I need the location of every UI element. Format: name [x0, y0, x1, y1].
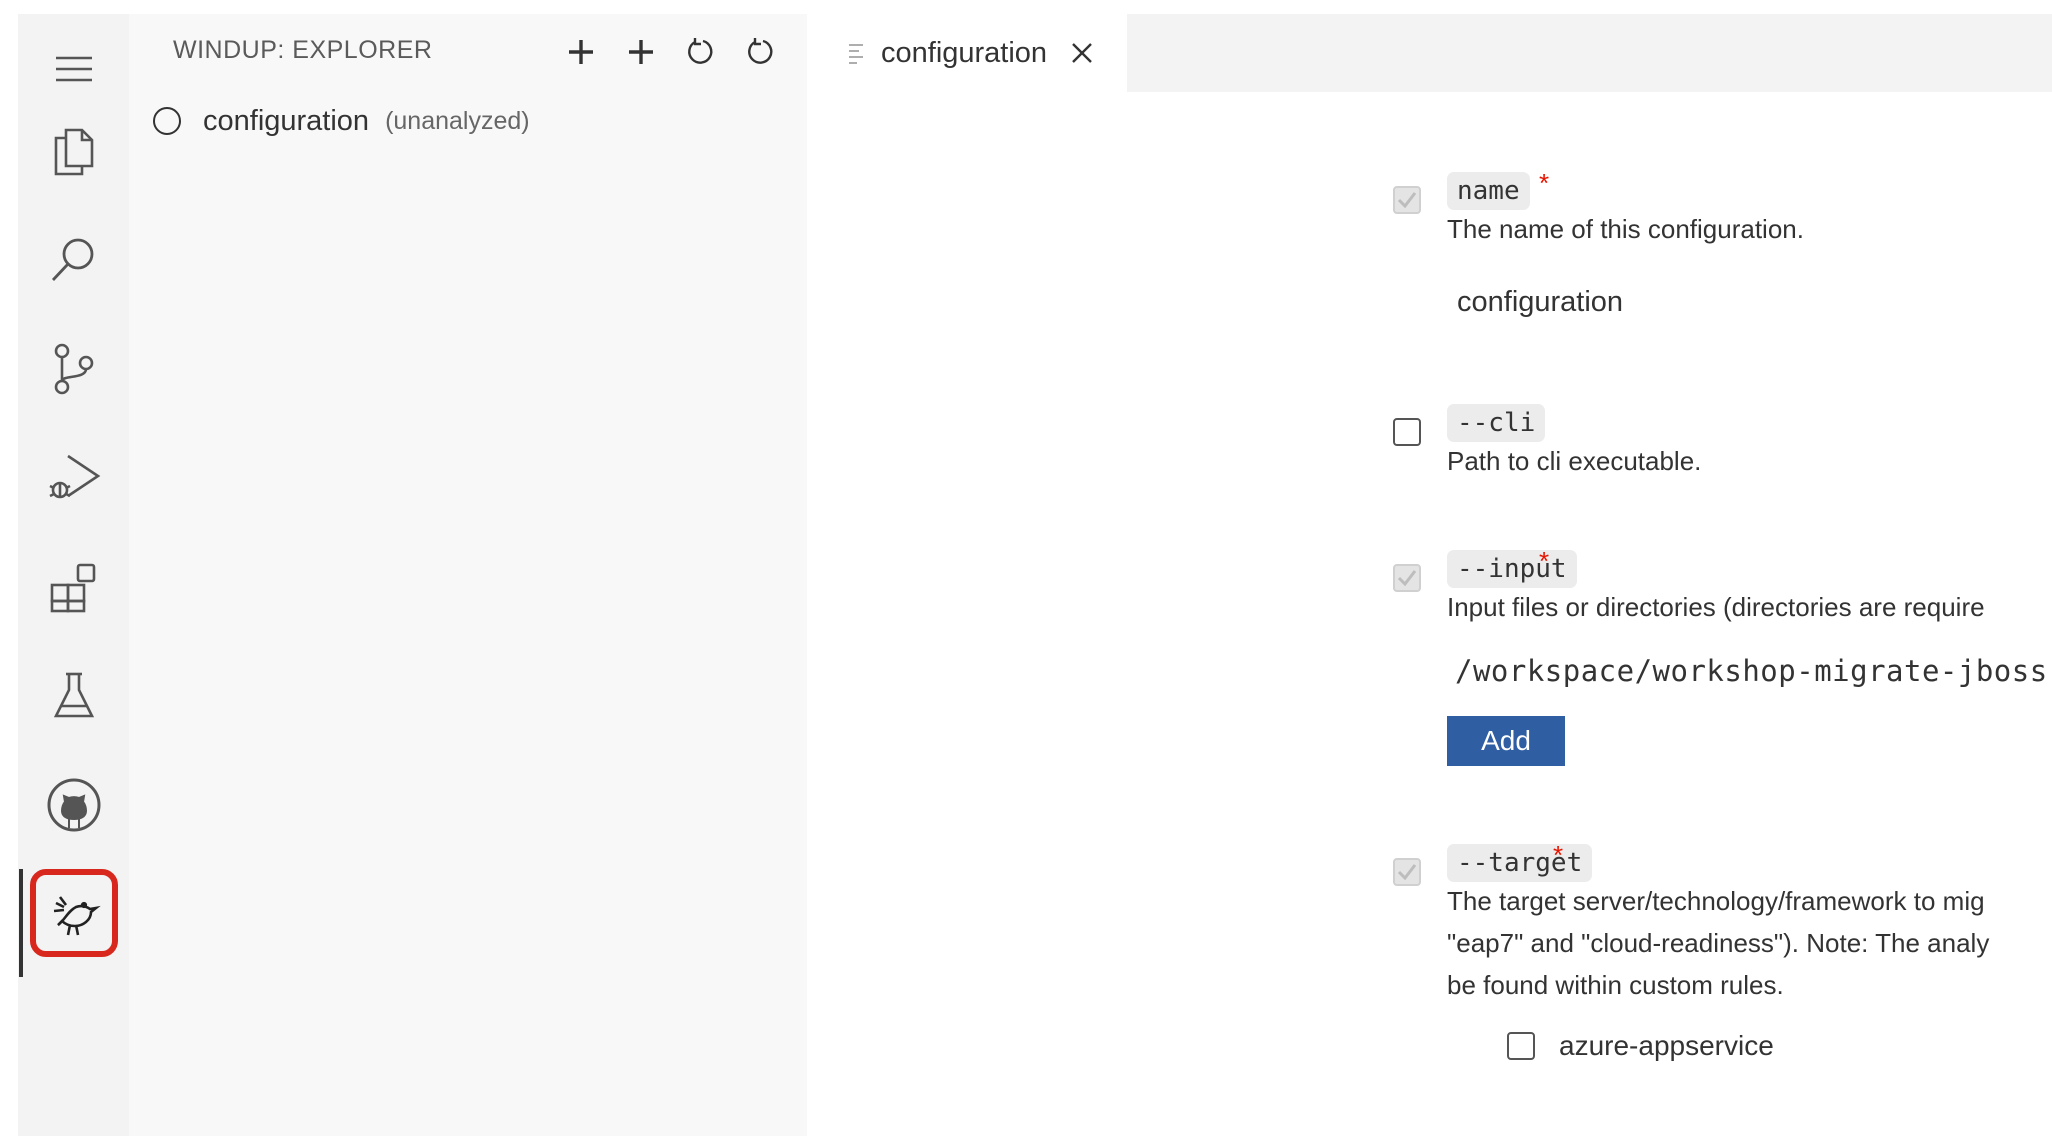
files-icon[interactable] — [18, 97, 129, 207]
plus-icon[interactable] — [621, 32, 661, 72]
name-checkbox[interactable] — [1393, 186, 1421, 214]
circle-outline-icon — [153, 107, 181, 135]
option-description: Input files or directories (directories … — [1447, 592, 1985, 622]
option-name-label: name — [1447, 172, 1530, 210]
explorer-sidebar: WINDUP: EXPLORER configuration (unanalyz… — [129, 14, 807, 1136]
sidebar-actions — [561, 32, 781, 72]
target-option-label: azure-appservice — [1559, 1030, 1774, 1061]
github-icon[interactable] — [18, 750, 129, 860]
configuration-editor: name * The name of this configuration. c… — [807, 92, 2052, 1136]
tab-bar-empty — [1127, 14, 2052, 92]
tab-label: configuration — [881, 36, 1048, 69]
cli-checkbox[interactable] — [1393, 418, 1421, 446]
file-lines-icon — [849, 44, 863, 64]
refresh-icon[interactable] — [681, 32, 721, 72]
tree-item-description: (unanalyzed) — [385, 106, 530, 135]
target-option-azure-appservice[interactable]: azure-appservice — [1507, 1030, 1774, 1062]
add-input-button[interactable]: Add — [1447, 716, 1565, 766]
refresh-icon[interactable] — [741, 32, 781, 72]
option-name-label: --cli — [1447, 404, 1546, 442]
source-control-icon[interactable] — [18, 314, 129, 424]
extensions-icon[interactable] — [18, 532, 129, 642]
option-name-label: --input — [1447, 550, 1577, 588]
testing-flask-icon[interactable] — [18, 641, 129, 751]
option-description-line: be found within custom rules. — [1447, 970, 1784, 1000]
run-debug-icon[interactable] — [18, 423, 129, 533]
plus-icon[interactable] — [561, 32, 601, 72]
input-checkbox[interactable] — [1393, 564, 1421, 592]
editor-tab-bar: configuration — [807, 14, 2052, 92]
required-asterisk: * — [1539, 168, 1550, 198]
close-icon[interactable] — [1069, 40, 1095, 66]
name-value-field[interactable]: configuration — [1457, 286, 1623, 319]
azure-appservice-checkbox[interactable] — [1507, 1032, 1535, 1060]
option-description-line: The target server/technology/framework t… — [1447, 886, 1985, 916]
required-asterisk: * — [1539, 546, 1550, 576]
option-description-line: "eap7" and "cloud-readiness"). Note: The… — [1447, 928, 1990, 958]
option-description: Path to cli executable. — [1447, 446, 1702, 476]
required-asterisk: * — [1553, 840, 1564, 870]
tree-item-label: configuration — [203, 104, 370, 137]
highlight-box — [30, 869, 118, 957]
activity-bar — [18, 14, 129, 1136]
tree-item-configuration[interactable]: configuration (unanalyzed) — [153, 96, 530, 146]
tab-configuration[interactable]: configuration — [807, 14, 1127, 92]
option-description: The name of this configuration. — [1447, 214, 1804, 244]
input-path-value[interactable]: /workspace/workshop-migrate-jboss- — [1455, 654, 2052, 688]
option-name-label: --target — [1447, 844, 1593, 882]
search-icon[interactable] — [18, 205, 129, 315]
target-checkbox[interactable] — [1393, 858, 1421, 886]
sidebar-title: WINDUP: EXPLORER — [173, 36, 433, 64]
